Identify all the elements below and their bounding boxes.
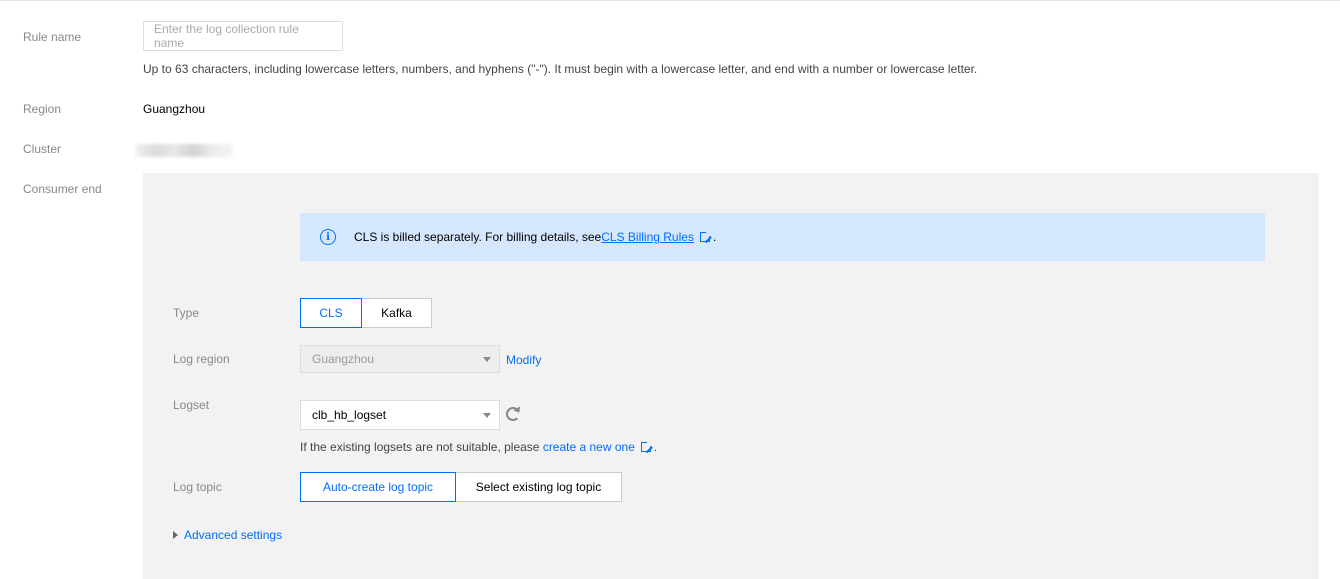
log-topic-toggle: Auto-create log topic Select existing lo… — [300, 472, 622, 502]
info-icon: i — [320, 229, 336, 245]
cls-billing-rules-link[interactable]: CLS Billing Rules — [601, 230, 694, 244]
top-divider — [0, 0, 1340, 1]
billing-alert: i CLS is billed separately. For billing … — [300, 213, 1265, 261]
logset-hint: If the existing logsets are not suitable… — [300, 440, 657, 454]
cluster-value-redacted — [136, 144, 232, 157]
chevron-down-icon — [483, 413, 491, 418]
consumer-end-label: Consumer end — [23, 182, 102, 196]
advanced-settings-label: Advanced settings — [184, 528, 283, 542]
log-topic-option-existing[interactable]: Select existing log topic — [455, 472, 622, 502]
type-option-cls[interactable]: CLS — [300, 298, 362, 328]
external-link-icon[interactable] — [699, 230, 712, 242]
billing-alert-text: CLS is billed separately. For billing de… — [354, 230, 602, 244]
type-label: Type — [173, 306, 200, 320]
advanced-settings-toggle[interactable]: Advanced settings — [173, 528, 282, 542]
logset-label: Logset — [173, 398, 210, 412]
log-topic-option-auto[interactable]: Auto-create log topic — [300, 472, 456, 502]
log-region-value: Guangzhou — [312, 352, 375, 366]
logset-hint-suffix: . — [653, 440, 658, 454]
rule-name-label: Rule name — [23, 30, 82, 44]
external-link-icon[interactable] — [640, 440, 653, 452]
caret-right-icon — [173, 531, 178, 539]
region-label: Region — [23, 102, 62, 116]
create-logset-link[interactable]: create a new one — [543, 440, 635, 454]
type-option-kafka[interactable]: Kafka — [361, 298, 432, 328]
billing-alert-suffix: . — [712, 230, 717, 244]
logset-select[interactable]: clb_hb_logset — [300, 400, 500, 430]
modify-log-region-link[interactable]: Modify — [506, 353, 541, 367]
log-region-label: Log region — [173, 352, 230, 366]
refresh-icon[interactable] — [506, 407, 520, 421]
type-toggle: CLS Kafka — [300, 298, 432, 328]
rule-name-input[interactable]: Enter the log collection rule name — [143, 21, 343, 51]
log-region-select: Guangzhou — [300, 345, 500, 373]
chevron-down-icon — [483, 357, 491, 362]
cluster-label: Cluster — [23, 142, 62, 156]
rule-name-hint: Up to 63 characters, including lowercase… — [143, 62, 978, 76]
region-value: Guangzhou — [143, 102, 206, 116]
log-topic-label: Log topic — [173, 480, 222, 494]
logset-hint-text: If the existing logsets are not suitable… — [300, 440, 543, 454]
logset-value: clb_hb_logset — [312, 408, 387, 422]
